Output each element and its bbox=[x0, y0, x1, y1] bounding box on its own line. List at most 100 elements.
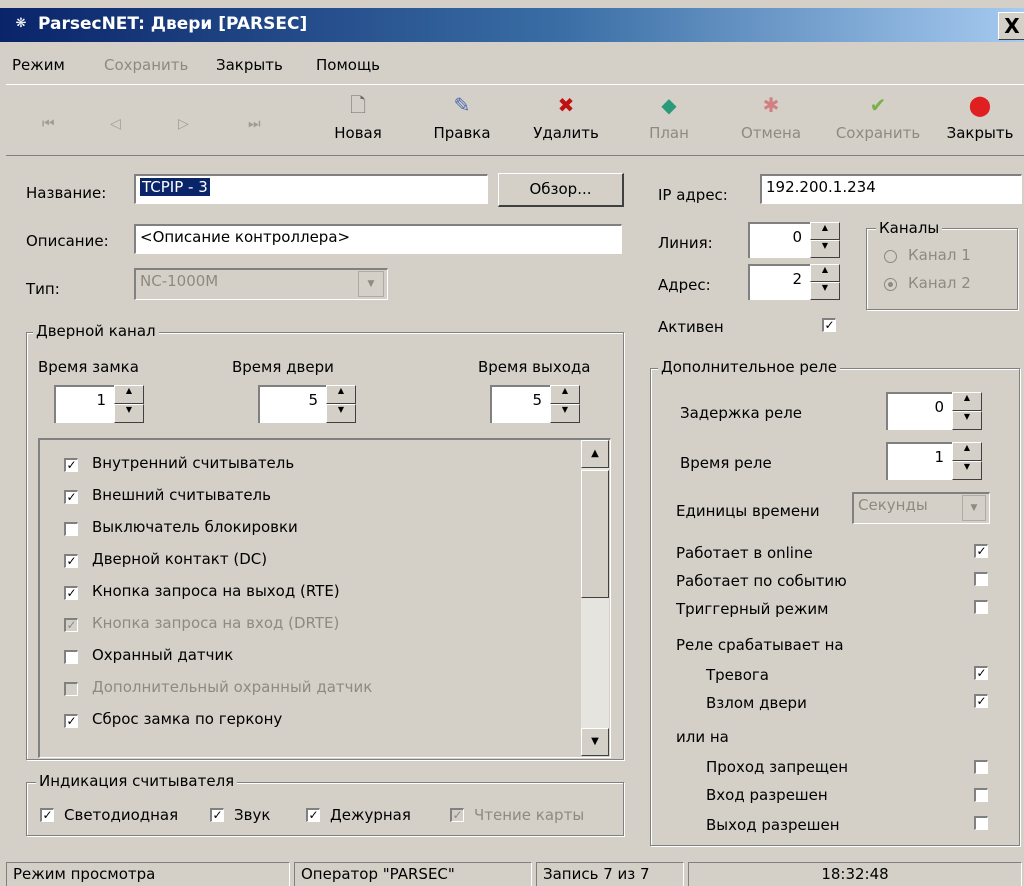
list-scrollbar[interactable]: ▲ ▼ bbox=[581, 440, 609, 756]
list-item-checkbox[interactable]: ✓ bbox=[64, 714, 78, 728]
arrow-down-icon[interactable]: ▼ bbox=[114, 404, 144, 423]
arrow-down-icon[interactable]: ▼ bbox=[952, 461, 982, 480]
exit-time-spinner[interactable]: ▲ ▼ bbox=[550, 385, 580, 423]
line-spinner[interactable]: ▲ ▼ bbox=[810, 222, 840, 258]
menu-close[interactable]: Закрыть bbox=[216, 56, 283, 74]
list-item-label: Охранный датчик bbox=[92, 646, 234, 664]
relay-time-input[interactable]: 1 bbox=[886, 442, 952, 480]
window-title: ParsecNET: Двери [PARSEC] bbox=[38, 14, 308, 34]
arrow-down-icon[interactable]: ▼ bbox=[326, 404, 356, 423]
arrow-up-icon[interactable]: ▲ bbox=[810, 222, 840, 240]
new-button[interactable]: 🗋 Новая bbox=[326, 92, 390, 152]
arrow-up-icon[interactable]: ▲ bbox=[810, 264, 840, 282]
scroll-thumb[interactable] bbox=[581, 470, 609, 598]
list-item-label: Внутренний считыватель bbox=[92, 454, 295, 472]
relay-delay-input[interactable]: 0 bbox=[886, 392, 952, 430]
window-close-button[interactable]: X bbox=[998, 12, 1024, 40]
arrow-up-icon[interactable]: ▲ bbox=[550, 385, 580, 404]
browse-button[interactable]: Обзор... bbox=[498, 173, 624, 207]
line-label: Линия: bbox=[658, 234, 713, 252]
access-denied-checkbox[interactable] bbox=[974, 760, 988, 774]
last-record-icon[interactable]: ⏭ bbox=[248, 116, 261, 132]
online-label: Работает в online bbox=[676, 544, 813, 562]
list-item-checkbox[interactable]: ✓ bbox=[64, 618, 78, 632]
door-break-label: Взлом двери bbox=[706, 694, 807, 712]
scroll-up-icon[interactable]: ▲ bbox=[581, 440, 609, 468]
active-checkbox[interactable]: ✓ bbox=[822, 318, 836, 332]
next-record-icon[interactable]: ▷ bbox=[178, 116, 189, 132]
arrow-down-icon[interactable]: ▼ bbox=[550, 404, 580, 423]
arrow-up-icon[interactable]: ▲ bbox=[114, 385, 144, 404]
entry-allowed-checkbox[interactable] bbox=[974, 788, 988, 802]
edit-icon: ✎ bbox=[453, 93, 471, 117]
sound-checkbox[interactable]: ✓ bbox=[210, 808, 224, 822]
led-checkbox[interactable]: ✓ bbox=[40, 808, 54, 822]
list-item-checkbox[interactable] bbox=[64, 650, 78, 664]
event-checkbox[interactable] bbox=[974, 572, 988, 586]
card-read-label: Чтение карты bbox=[474, 806, 585, 824]
menu-save[interactable]: Сохранить bbox=[104, 56, 188, 74]
exit-allowed-checkbox[interactable] bbox=[974, 816, 988, 830]
address-input[interactable]: 2 bbox=[748, 264, 810, 300]
list-item-checkbox[interactable]: ✓ bbox=[64, 458, 78, 472]
menu-help[interactable]: Помощь bbox=[316, 56, 380, 74]
list-item-checkbox[interactable]: ✓ bbox=[64, 586, 78, 600]
standby-checkbox[interactable]: ✓ bbox=[306, 808, 320, 822]
ip-label: IP адрес: bbox=[658, 186, 728, 204]
app-icon: ❋ bbox=[15, 16, 27, 31]
time-units-label: Единицы времени bbox=[676, 502, 820, 520]
close-button[interactable]: ⬤ Закрыть bbox=[938, 92, 1022, 152]
trigger-checkbox[interactable] bbox=[974, 600, 988, 614]
exit-time-input[interactable]: 5 bbox=[490, 385, 550, 423]
cancel-button[interactable]: ✱ Отмена bbox=[736, 92, 806, 152]
description-input[interactable]: <Описание контроллера> bbox=[134, 224, 622, 254]
list-item-checkbox[interactable]: ✓ bbox=[64, 490, 78, 504]
card-read-checkbox[interactable]: ✓ bbox=[450, 808, 464, 822]
chevron-down-icon[interactable]: ▼ bbox=[358, 271, 384, 297]
save-button[interactable]: ✔ Сохранить bbox=[828, 92, 928, 152]
delete-button[interactable]: ✖ Удалить bbox=[526, 92, 606, 152]
plan-button[interactable]: ◆ План bbox=[644, 92, 694, 152]
list-item-checkbox[interactable] bbox=[64, 682, 78, 696]
edit-button[interactable]: ✎ Правка bbox=[424, 92, 500, 152]
access-denied-label: Проход запрещен bbox=[706, 758, 849, 776]
chevron-down-icon[interactable]: ▼ bbox=[962, 495, 986, 521]
line-input[interactable]: 0 bbox=[748, 222, 810, 258]
exit-time-label: Время выхода bbox=[478, 358, 591, 376]
door-time-input[interactable]: 5 bbox=[258, 385, 326, 423]
list-item-label: Внешний считыватель bbox=[92, 486, 271, 504]
menu-mode[interactable]: Режим bbox=[12, 56, 65, 74]
scroll-down-icon[interactable]: ▼ bbox=[581, 728, 609, 756]
list-item-checkbox[interactable]: ✓ bbox=[64, 554, 78, 568]
door-options-list[interactable]: ✓ Внутренний считыватель ✓ Внешний считыват… bbox=[38, 438, 611, 758]
status-mode: Режим просмотра bbox=[6, 862, 290, 886]
previous-record-icon[interactable]: ◁ bbox=[110, 116, 121, 132]
lock-time-spinner[interactable]: ▲ ▼ bbox=[114, 385, 144, 423]
door-time-spinner[interactable]: ▲ ▼ bbox=[326, 385, 356, 423]
list-item-label: Дверной контакт (DC) bbox=[92, 550, 268, 568]
arrow-up-icon[interactable]: ▲ bbox=[326, 385, 356, 404]
door-break-checkbox[interactable]: ✓ bbox=[974, 694, 988, 708]
online-checkbox[interactable]: ✓ bbox=[974, 544, 988, 558]
new-document-icon: 🗋 bbox=[349, 93, 367, 117]
arrow-down-icon[interactable]: ▼ bbox=[810, 240, 840, 258]
channel-1-radio[interactable] bbox=[884, 250, 897, 263]
lock-time-input[interactable]: 1 bbox=[54, 385, 114, 423]
alarm-checkbox[interactable]: ✓ bbox=[974, 666, 988, 680]
type-select[interactable]: NC-1000M bbox=[134, 268, 388, 300]
arrow-down-icon[interactable]: ▼ bbox=[810, 282, 840, 300]
description-label: Описание: bbox=[26, 232, 109, 250]
arrow-down-icon[interactable]: ▼ bbox=[952, 411, 982, 430]
list-item-checkbox[interactable] bbox=[64, 522, 78, 536]
relay-time-spinner[interactable]: ▲ ▼ bbox=[952, 442, 982, 480]
arrow-up-icon[interactable]: ▲ bbox=[952, 392, 982, 411]
arrow-up-icon[interactable]: ▲ bbox=[952, 442, 982, 461]
name-input[interactable]: TCPIP - 3 bbox=[134, 174, 488, 204]
checkmark-icon: ✔ bbox=[869, 93, 887, 117]
first-record-icon[interactable]: ⏮ bbox=[42, 116, 55, 132]
status-operator: Оператор "PARSEC" bbox=[294, 862, 532, 886]
relay-delay-spinner[interactable]: ▲ ▼ bbox=[952, 392, 982, 430]
ip-input[interactable]: 192.200.1.234 bbox=[760, 174, 1022, 204]
address-spinner[interactable]: ▲ ▼ bbox=[810, 264, 840, 300]
channel-2-radio[interactable] bbox=[884, 278, 897, 291]
